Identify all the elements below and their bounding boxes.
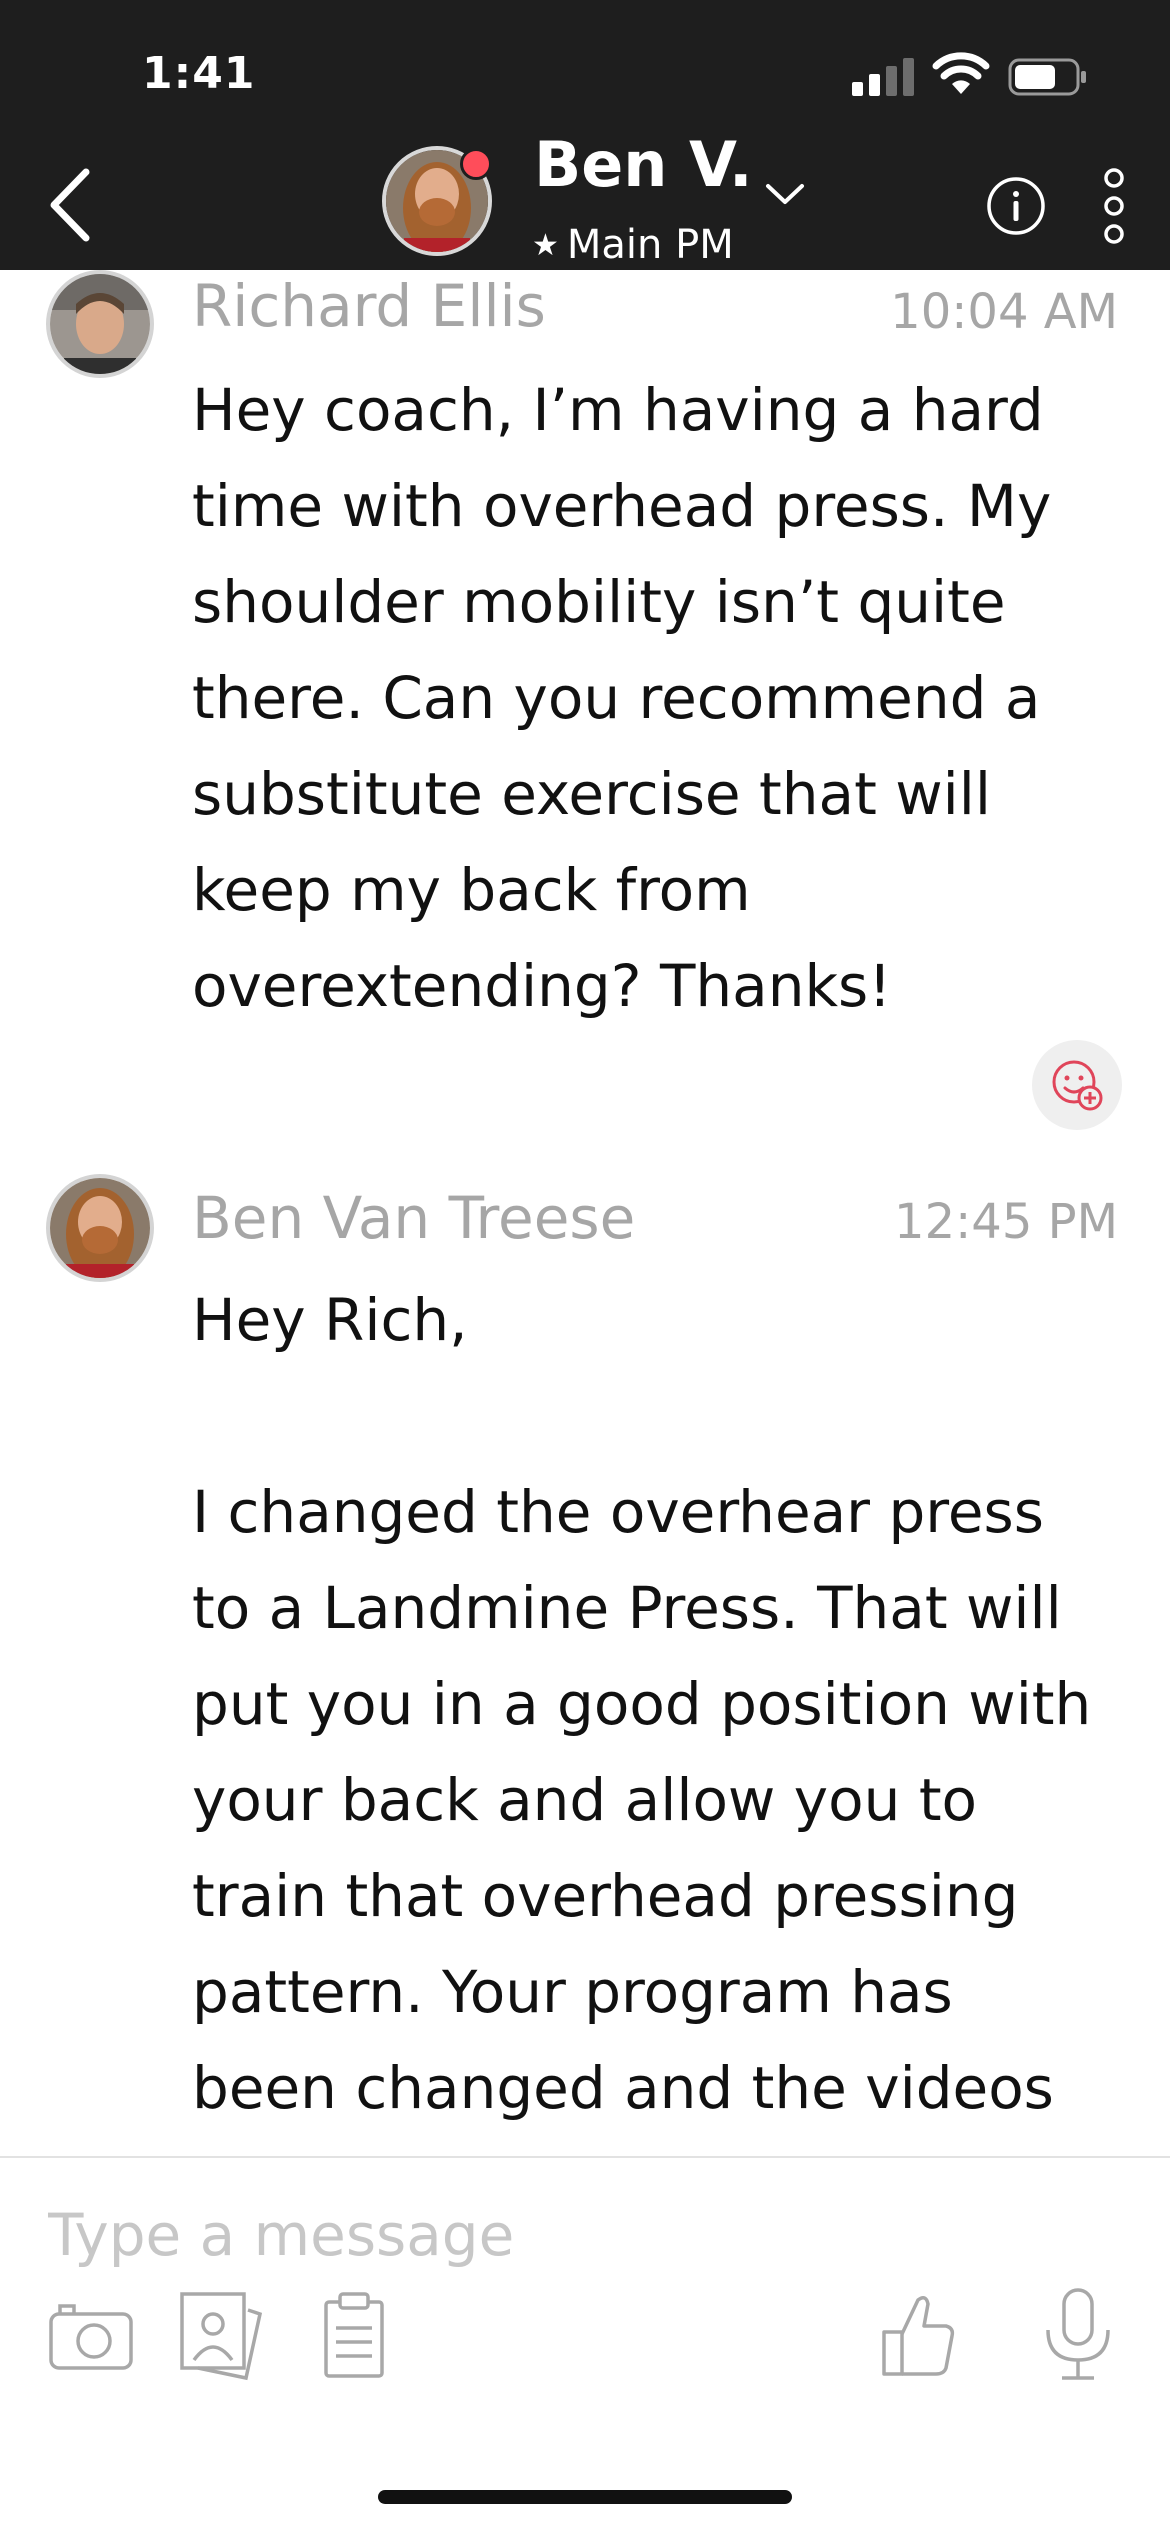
info-button[interactable]: [986, 176, 1046, 236]
message-time: 12:45 PM: [894, 1194, 1118, 1250]
thumbs-up-icon[interactable]: [876, 2288, 956, 2380]
photo-library-icon[interactable]: [176, 2290, 266, 2382]
back-button[interactable]: [42, 160, 102, 250]
add-reaction-button[interactable]: [1032, 1040, 1122, 1130]
message-text: Hey Rich, I changed the overhear press t…: [192, 1286, 1092, 2122]
chevron-down-icon[interactable]: [762, 180, 808, 210]
message-input[interactable]: [48, 2190, 1048, 2280]
message-thread[interactable]: Richard Ellis 10:04 AM Hey coach, I’m ha…: [0, 270, 1170, 2156]
sender-name: Richard Ellis: [192, 272, 546, 340]
avatar[interactable]: [46, 270, 154, 378]
subtitle-text: Main PM: [566, 222, 734, 268]
chat-header: 1:41 Ben V. ★ Main PM: [0, 0, 1170, 270]
message-time: 10:04 AM: [890, 284, 1118, 340]
online-status-dot: [460, 148, 492, 180]
message-text: Hey coach, I’m having a hard time with o…: [192, 376, 1052, 1020]
microphone-icon[interactable]: [1040, 2286, 1116, 2386]
sender-name: Ben Van Treese: [192, 1184, 636, 1252]
status-time: 1:41: [142, 48, 256, 99]
battery-icon: [1008, 58, 1086, 96]
avatar[interactable]: [46, 1174, 154, 1282]
home-indicator[interactable]: [378, 2490, 792, 2504]
more-options-button[interactable]: [1094, 166, 1134, 246]
wifi-icon: [932, 52, 990, 94]
camera-icon[interactable]: [46, 2296, 136, 2376]
contact-name[interactable]: Ben V.: [534, 128, 753, 201]
signal-bars-icon: [852, 58, 914, 96]
star-icon: ★: [532, 227, 559, 263]
composer-divider: [0, 2156, 1170, 2158]
add-reaction-icon: [1052, 1060, 1103, 1111]
contact-subtitle: ★ Main PM: [532, 222, 734, 268]
clipboard-icon[interactable]: [320, 2290, 390, 2382]
